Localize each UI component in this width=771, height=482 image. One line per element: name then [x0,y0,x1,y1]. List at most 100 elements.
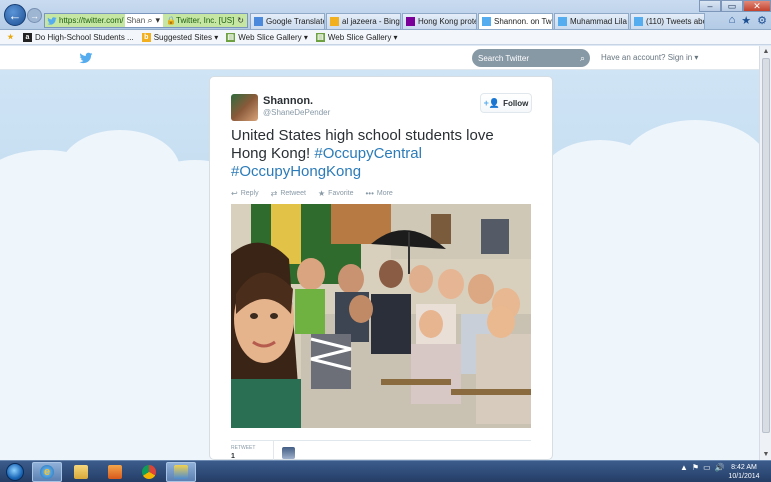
scrollbar-thumb[interactable] [762,58,770,433]
taskbar-internet-explorer[interactable]: e [32,462,62,482]
minimize-button[interactable]: – [699,0,721,12]
follow-label: Follow [503,98,529,108]
twitter-icon [482,17,491,26]
favorite-link[interactable]: a Do High-School Students ... [23,32,134,42]
twitter-icon [634,17,643,26]
shield-icon [174,465,188,479]
browser-tab[interactable]: Hong Kong protests... [402,13,477,29]
back-arrow-icon: ← [8,7,22,23]
search-input[interactable]: Search Twitter ⌕ [472,49,590,67]
web-slice-icon: ▤ [226,32,236,42]
twitter-bird-icon[interactable] [79,51,93,65]
maximize-button[interactable]: ▭ [721,0,743,12]
media-player-icon [108,465,122,479]
forward-button[interactable]: → [27,8,42,23]
suggested-sites-icon: b [141,32,151,42]
retweet-icon: ⇄ [270,189,278,198]
back-button[interactable]: ← [4,4,26,26]
retweeters-divider [273,441,274,460]
action-center-flag-icon[interactable]: ⚑ [692,463,699,472]
favorite-link[interactable]: ▤ Web Slice Gallery ▾ [315,32,398,42]
yahoo-icon [406,17,415,26]
taskbar-file-explorer[interactable] [66,462,96,482]
twitter-favicon-icon [47,17,57,25]
follow-button[interactable]: +👤 Follow [480,93,532,113]
windows-taskbar: e ▲ ⚑ ▭ 🔊 8:42 AM 10/1/2014 [0,460,771,482]
refresh-icon[interactable]: ↻ [237,16,244,25]
clock-time: 8:42 AM [731,464,757,471]
close-window-button[interactable]: ✕ [743,0,771,12]
signin-link[interactable]: Have an account? Sign in ▾ [601,53,698,62]
favorite-link-label: Web Slice Gallery ▾ [238,32,308,42]
forward-arrow-icon: → [30,10,39,21]
hashtag-link[interactable]: #OccupyCentral [314,145,422,162]
tab-strip: Google Translate al jazeera - Bing News Ho… [250,13,705,29]
taskbar-clock[interactable]: 8:42 AM 10/1/2014 [724,463,764,481]
tab-label: Google Translate [266,17,325,26]
taskbar-media-player[interactable] [100,462,130,482]
retweeter-avatar[interactable] [282,447,295,459]
retweet-count-label: RETWEET [231,445,256,451]
classroom-group-photo [231,204,531,428]
dropdown-caret-icon[interactable]: ▾ [156,15,161,26]
start-button[interactable] [3,461,27,482]
taskbar-chrome[interactable] [134,462,164,482]
search-icon[interactable]: ⌕ [580,53,585,64]
url-https-text: https://twitter.com/ [59,16,124,25]
add-favorite-star-icon: ★ [7,34,14,41]
tweet-photo[interactable] [231,204,531,428]
tab-label: Muhammad Lila on... [570,17,628,26]
chrome-icon [142,465,156,479]
stats-divider [231,440,531,441]
reply-icon: ↩ [231,189,238,198]
settings-gear-icon[interactable]: ⚙ [757,14,767,27]
reply-label: Reply [240,190,259,197]
show-hidden-icons-icon[interactable]: ▲ [680,463,688,472]
hashtag-link[interactable]: #OccupyHongKong [231,163,361,180]
system-tray: ▲ ⚑ ▭ 🔊 [680,463,725,472]
page-icon: a [23,32,32,42]
browser-tab[interactable]: Google Translate [250,13,325,29]
user-handle[interactable]: @ShaneDePender [263,108,330,117]
lock-icon: 🔒 [166,16,177,25]
vertical-scrollbar[interactable]: ▲ ▼ [759,46,771,460]
favorites-star-button[interactable]: ★ [6,33,15,42]
home-icon[interactable]: ⌂ [729,14,736,27]
tab-label: (110) Tweets about ... [646,17,704,26]
scroll-down-icon[interactable]: ▼ [760,449,771,460]
add-user-icon: +👤 [483,97,501,108]
display-name[interactable]: Shannon. [263,95,313,107]
favorite-label: Favorite [328,190,354,197]
twitter-icon [558,17,567,26]
search-placeholder: Search Twitter [478,53,529,63]
favorite-link-label: Suggested Sites ▾ [153,32,219,42]
scroll-up-icon[interactable]: ▲ [760,46,771,57]
browser-tab[interactable]: Shannon. on Twi...✕ [478,13,553,29]
internet-explorer-icon: e [40,465,54,479]
browser-tab[interactable]: Muhammad Lila on... [554,13,629,29]
tweet-text: United States high school students love … [231,127,531,181]
network-icon[interactable]: ▭ [703,463,711,472]
retweet-button[interactable]: ⇄ Retweet [271,189,306,198]
browser-tab[interactable]: al jazeera - Bing News [326,13,401,29]
avatar[interactable] [231,94,258,121]
favorite-link[interactable]: b Suggested Sites ▾ [141,32,219,42]
windows-logo-icon [6,463,24,481]
certificate-label: Twitter, Inc. [US] [176,16,235,25]
retweet-count[interactable]: 1 [231,453,235,460]
address-bar[interactable]: https://twitter.com/ ShaneDePender/... ⌕… [44,13,248,28]
favorites-star-icon[interactable]: ★ [741,14,751,27]
window-controls: – ▭ ✕ [699,0,771,12]
browser-tab[interactable]: (110) Tweets about ... [630,13,705,29]
tab-label: Shannon. on Twi... [494,17,553,26]
favorite-link[interactable]: ▤ Web Slice Gallery ▾ [226,32,308,42]
favorite-link-label: Do High-School Students ... [35,32,134,42]
taskbar-security-app[interactable] [166,462,196,482]
folder-icon [74,465,88,479]
security-certificate[interactable]: 🔒 Twitter, Inc. [US] ↻ [163,14,247,27]
page-viewport: Search Twitter ⌕ Have an account? Sign i… [0,46,759,460]
reply-button[interactable]: ↩ Reply [231,189,259,198]
more-button[interactable]: ••• More [365,189,392,198]
favorite-button[interactable]: ★ Favorite [318,189,353,198]
search-dropdown-icon[interactable]: ⌕ [148,15,153,26]
